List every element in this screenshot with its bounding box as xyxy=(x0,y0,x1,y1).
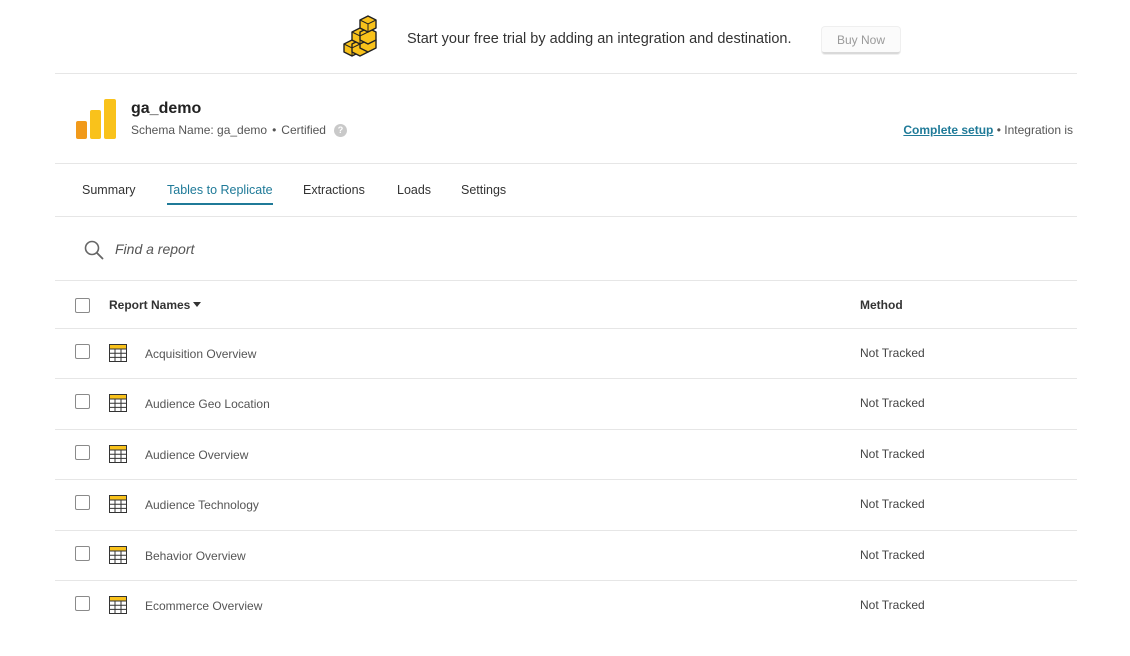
integration-status-text: Integration is xyxy=(1004,123,1073,137)
search-icon xyxy=(84,240,104,260)
certified-label: Certified xyxy=(281,123,326,137)
google-analytics-icon xyxy=(76,99,116,139)
report-name[interactable]: Behavior Overview xyxy=(145,549,246,563)
page: Start your free trial by adding an integ… xyxy=(0,0,1130,656)
table-row[interactable]: Ecommerce Overview Not Tracked xyxy=(55,581,1077,631)
report-method: Not Tracked xyxy=(860,396,925,411)
buy-now-button[interactable]: Buy Now xyxy=(822,27,900,54)
separator-dot: • xyxy=(272,123,277,137)
report-method: Not Tracked xyxy=(860,547,925,562)
table-row[interactable]: Behavior Overview Not Tracked xyxy=(55,531,1077,581)
row-checkbox[interactable] xyxy=(75,444,90,460)
tab-loads[interactable]: Loads xyxy=(397,183,431,203)
trial-banner: Start your free trial by adding an integ… xyxy=(55,0,1077,74)
select-all-checkbox[interactable] xyxy=(75,298,90,313)
caret-down-icon xyxy=(193,302,202,307)
integration-title: ga_demo xyxy=(131,100,202,117)
complete-setup-link[interactable]: Complete setup xyxy=(903,123,993,137)
report-name[interactable]: Audience Overview xyxy=(145,448,248,462)
tab-extractions[interactable]: Extractions xyxy=(303,183,365,203)
table-row[interactable]: Acquisition Overview Not Tracked xyxy=(55,329,1077,380)
table-grid-icon xyxy=(109,495,127,514)
trial-message: Start your free trial by adding an integ… xyxy=(407,31,792,47)
reports-table: Report Names Method Acquisition Overview… xyxy=(55,281,1077,631)
report-name[interactable]: Audience Geo Location xyxy=(145,397,270,411)
report-name[interactable]: Audience Technology xyxy=(145,498,259,512)
table-grid-icon xyxy=(109,595,127,614)
report-method: Not Tracked xyxy=(860,497,925,512)
column-header-report-names[interactable]: Report Names xyxy=(109,298,202,312)
table-grid-icon xyxy=(109,444,127,463)
schema-info: Schema Name: ga_demo • Certified ? xyxy=(131,123,347,137)
stacked-blocks-icon xyxy=(342,14,382,58)
row-checkbox[interactable] xyxy=(75,545,90,561)
column-header-label: Report Names xyxy=(109,298,191,312)
schema-name: Schema Name: ga_demo xyxy=(131,123,268,137)
row-checkbox[interactable] xyxy=(75,595,90,611)
tab-summary[interactable]: Summary xyxy=(82,183,135,203)
tab-settings[interactable]: Settings xyxy=(461,183,506,203)
table-grid-icon xyxy=(109,545,127,564)
search-input[interactable] xyxy=(115,237,515,261)
column-header-method: Method xyxy=(860,298,903,312)
report-method: Not Tracked xyxy=(860,597,925,612)
integration-header: ga_demo Schema Name: ga_demo • Certified… xyxy=(55,74,1077,164)
table-row[interactable]: Audience Overview Not Tracked xyxy=(55,430,1077,481)
table-header: Report Names Method xyxy=(55,281,1077,329)
row-checkbox[interactable] xyxy=(75,394,90,410)
row-checkbox[interactable] xyxy=(75,495,90,511)
question-circle-icon[interactable]: ? xyxy=(333,123,347,137)
report-search xyxy=(55,217,1077,281)
tab-bar: Summary Tables to Replicate Extractions … xyxy=(55,164,1077,217)
table-grid-icon xyxy=(109,394,127,413)
report-name[interactable]: Ecommerce Overview xyxy=(145,599,262,613)
row-checkbox[interactable] xyxy=(75,344,90,359)
table-row[interactable]: Audience Technology Not Tracked xyxy=(55,480,1077,531)
tab-tables-to-replicate[interactable]: Tables to Replicate xyxy=(167,183,273,205)
setup-status: Complete setup • Integration is xyxy=(903,123,1073,137)
report-method: Not Tracked xyxy=(860,446,925,461)
table-grid-icon xyxy=(109,344,127,362)
table-row[interactable]: Audience Geo Location Not Tracked xyxy=(55,379,1077,430)
report-method: Not Tracked xyxy=(860,346,925,360)
separator-dot: • xyxy=(996,123,1001,137)
report-name[interactable]: Acquisition Overview xyxy=(145,347,256,361)
